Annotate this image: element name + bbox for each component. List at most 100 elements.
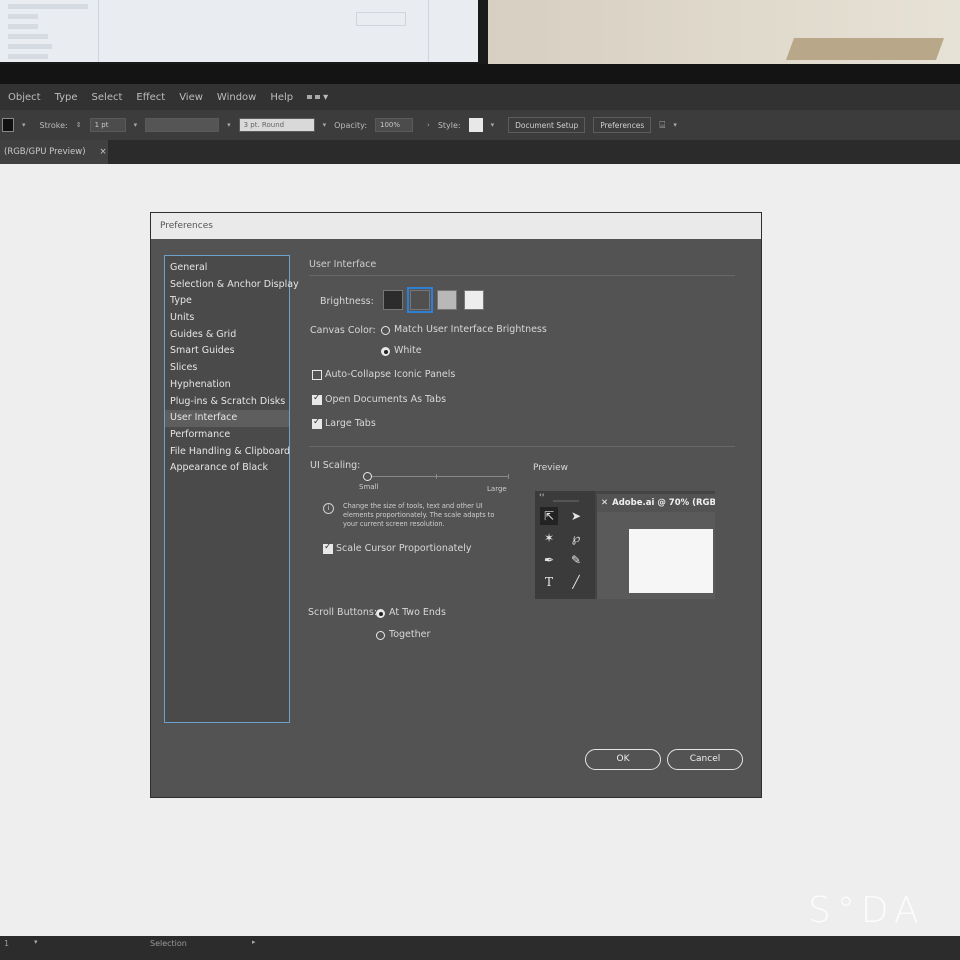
brightness-medium-dark-swatch[interactable]	[407, 287, 433, 313]
blurred-line	[8, 34, 48, 39]
nav-item-file-handling-clipboard[interactable]: File Handling & Clipboard	[165, 444, 290, 461]
ui-scaling-slider-knob[interactable]	[363, 472, 372, 481]
canvas-color-match-radio[interactable]	[381, 326, 390, 335]
open-docs-tabs-checkbox[interactable]	[312, 393, 322, 405]
ok-button[interactable]: OK	[585, 749, 661, 770]
nav-item-units[interactable]: Units	[165, 310, 289, 327]
cancel-button[interactable]: Cancel	[667, 749, 743, 770]
divider	[309, 275, 735, 276]
auto-collapse-checkbox[interactable]	[312, 370, 322, 380]
chevron-down-icon[interactable]: ▾	[227, 121, 231, 129]
stroke-weight-field[interactable]: 1 pt	[89, 118, 126, 132]
chevron-right-icon[interactable]: ›	[427, 121, 430, 129]
nav-item-user-interface[interactable]: User Interface	[165, 410, 289, 427]
opacity-field[interactable]: 100%	[375, 118, 414, 132]
close-icon: ✕	[601, 498, 609, 508]
auto-collapse-label[interactable]: Auto-Collapse Iconic Panels	[325, 369, 455, 380]
fill-swatch[interactable]	[2, 118, 14, 132]
canvas-color-white-radio[interactable]	[381, 347, 390, 356]
canvas-color-match-label[interactable]: Match User Interface Brightness	[394, 324, 547, 335]
scale-cursor-checkbox[interactable]	[323, 542, 333, 554]
chevron-down-icon[interactable]: ▾	[323, 121, 327, 129]
scale-cursor-label[interactable]: Scale Cursor Proportionately	[336, 543, 472, 554]
scroll-two-ends-radio[interactable]	[376, 609, 385, 618]
style-swatch[interactable]	[468, 118, 483, 132]
scroll-together-label[interactable]: Together	[389, 629, 430, 640]
nav-item-performance[interactable]: Performance	[165, 427, 289, 444]
chevron-down-icon[interactable]: ▾	[673, 121, 677, 129]
divider	[309, 446, 735, 447]
blurred-line	[8, 54, 48, 59]
menu-select[interactable]: Select	[92, 92, 123, 103]
menu-window[interactable]: Window	[217, 92, 256, 103]
document-tab-label: (RGB/GPU Preview)	[4, 147, 86, 157]
slider-tick	[508, 474, 509, 479]
brightness-lightest-swatch[interactable]	[464, 290, 484, 310]
user-interface-panel: User Interface Brightness: Canvas Color:…	[308, 255, 739, 755]
blurred-box	[356, 12, 406, 26]
preferences-button[interactable]: Preferences	[593, 117, 652, 133]
brush-definition-field[interactable]: 3 pt. Round	[238, 118, 315, 132]
scroll-two-ends-label[interactable]: At Two Ends	[389, 607, 446, 618]
ui-scaling-small-label: Small	[359, 483, 379, 491]
opacity-label[interactable]: Opacity:	[334, 121, 367, 130]
pen-tool-icon: ✒	[543, 553, 555, 567]
preview-doc-tab-label: Adobe.ai @ 70% (RGB/	[612, 498, 715, 508]
preview-document-area	[597, 512, 715, 599]
secondary-monitor	[0, 0, 488, 66]
lasso-tool-icon: ℘	[571, 531, 581, 545]
type-tool-icon: T	[544, 575, 553, 589]
nav-item-slices[interactable]: Slices	[165, 360, 289, 377]
chevron-down-icon[interactable]: ▾	[134, 121, 138, 129]
control-bar: ▾ Stroke: ⇕ 1 pt ▾ ▾ 3 pt. Round ▾ Opaci…	[0, 110, 960, 140]
menu-view[interactable]: View	[179, 92, 203, 103]
slider-tick	[436, 474, 437, 479]
variable-width-field[interactable]	[145, 118, 220, 132]
document-tab[interactable]: (RGB/GPU Preview) ×	[0, 140, 108, 164]
close-icon[interactable]: ×	[100, 147, 107, 157]
menu-type[interactable]: Type	[55, 92, 78, 103]
document-setup-button[interactable]: Document Setup	[508, 117, 586, 133]
menu-help[interactable]: Help	[270, 92, 293, 103]
large-tabs-label[interactable]: Large Tabs	[325, 418, 376, 429]
stepper-icon[interactable]: ⇕	[76, 121, 82, 129]
nav-item-guides-grid[interactable]: Guides & Grid	[165, 327, 289, 344]
ui-scaling-label: UI Scaling:	[310, 460, 361, 471]
chevron-right-icon[interactable]: ▸	[252, 938, 256, 946]
workspace-switcher[interactable]: ▾	[307, 92, 328, 103]
nav-item-hyphenation[interactable]: Hyphenation	[165, 377, 289, 394]
menu-object[interactable]: Object	[8, 92, 41, 103]
style-label[interactable]: Style:	[438, 121, 461, 130]
scroll-together-radio[interactable]	[376, 631, 385, 640]
nav-item-type[interactable]: Type	[165, 293, 289, 310]
brightness-darkest-swatch[interactable]	[383, 290, 403, 310]
magic-wand-tool-icon: ✶	[543, 531, 555, 545]
stroke-label[interactable]: Stroke:	[40, 121, 68, 130]
zoom-field[interactable]: 1	[4, 939, 9, 948]
chevron-down-icon[interactable]: ▾	[491, 121, 495, 129]
nav-item-appearance-of-black[interactable]: Appearance of Black	[165, 460, 289, 477]
chevron-down-icon: ▾	[323, 91, 329, 103]
background-shelf	[785, 38, 945, 60]
status-tool-label: Selection	[150, 939, 187, 948]
preview-label: Preview	[533, 463, 569, 473]
open-docs-tabs-label[interactable]: Open Documents As Tabs	[325, 394, 446, 405]
menu-effect[interactable]: Effect	[136, 92, 165, 103]
arrange-documents-icon[interactable]: ⌸	[659, 120, 665, 131]
large-tabs-checkbox[interactable]	[312, 417, 322, 429]
chevron-down-icon[interactable]: ▾	[22, 121, 26, 129]
chevron-down-icon[interactable]: ▾	[34, 938, 38, 946]
scroll-buttons-label: Scroll Buttons:	[308, 607, 378, 618]
ui-scaling-track[interactable]	[367, 476, 509, 477]
info-icon: i	[323, 503, 334, 514]
brightness-medium-light-swatch[interactable]	[437, 290, 457, 310]
nav-item-selection-anchor-display[interactable]: Selection & Anchor Display	[165, 277, 299, 294]
preferences-nav-list: General Selection & Anchor Display Type …	[164, 255, 299, 723]
nav-item-general[interactable]: General	[165, 260, 289, 277]
status-bar: 1 ▾ Selection ▸	[0, 936, 960, 960]
nav-item-plugins-scratch-disks[interactable]: Plug-ins & Scratch Disks	[165, 394, 289, 411]
menu-bar: Object Type Select Effect View Window He…	[0, 84, 960, 110]
nav-item-smart-guides[interactable]: Smart Guides	[165, 343, 289, 360]
canvas-color-white-label[interactable]: White	[394, 345, 422, 356]
grip-icon	[553, 500, 579, 502]
